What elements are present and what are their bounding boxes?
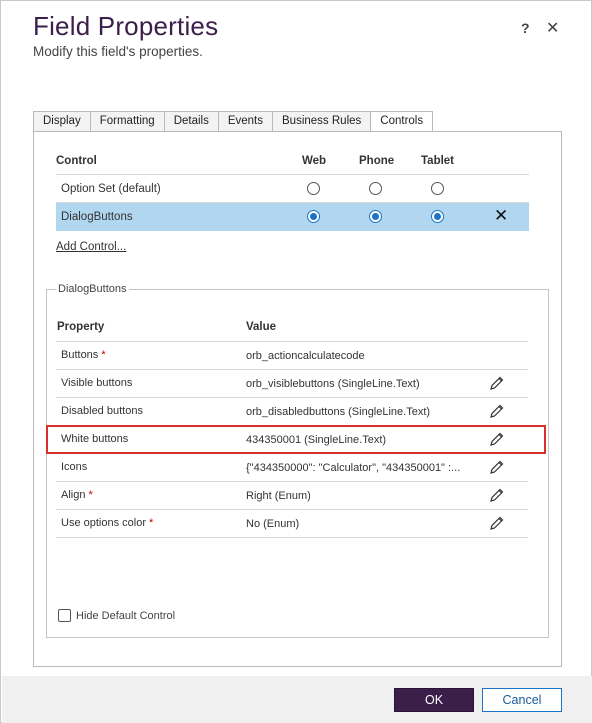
tab-business-rules[interactable]: Business Rules: [272, 111, 371, 132]
control-name: DialogButtons: [61, 211, 133, 223]
header-tablet: Tablet: [421, 155, 455, 167]
tab-details[interactable]: Details: [163, 111, 218, 132]
property-value: orb_actioncalculatecode: [246, 350, 365, 362]
required-marker: *: [101, 349, 106, 361]
tab-display[interactable]: Display: [33, 111, 90, 132]
tab-strip: Display Formatting Details Events Busine…: [33, 111, 434, 132]
control-row-option-set[interactable]: Option Set (default): [56, 175, 529, 203]
property-row-white-buttons[interactable]: White buttons 434350001 (SingleLine.Text…: [56, 426, 528, 454]
pencil-icon[interactable]: [489, 403, 505, 419]
field-properties-dialog: Field Properties Modify this field's pro…: [0, 0, 592, 723]
tab-events[interactable]: Events: [217, 111, 273, 132]
property-name: Disabled buttons: [61, 405, 143, 417]
property-name: White buttons: [61, 433, 129, 445]
property-row-align[interactable]: Align * Right (Enum): [56, 482, 528, 510]
required-marker: *: [149, 517, 154, 529]
dialog-title: Field Properties: [33, 11, 219, 41]
property-row-icons[interactable]: Icons {"434350000": "Calculator", "43435…: [56, 454, 528, 482]
property-value: 434350001 (SingleLine.Text): [246, 434, 387, 446]
property-name: Buttons *: [61, 349, 106, 361]
dialog-subtitle: Modify this field's properties.: [33, 44, 203, 59]
control-name: Option Set (default): [61, 183, 161, 195]
header-phone: Phone: [359, 155, 395, 167]
control-row-dialogbuttons[interactable]: DialogButtons ✕: [56, 203, 529, 231]
header-web: Web: [302, 155, 327, 167]
controls-table-header: Control Web Phone Tablet: [56, 148, 529, 175]
fieldset-legend: DialogButtons: [56, 283, 129, 295]
pencil-icon[interactable]: [489, 375, 505, 391]
header-control: Control: [56, 155, 97, 167]
ok-button[interactable]: OK: [394, 688, 474, 712]
pencil-icon[interactable]: [489, 487, 505, 503]
property-value: orb_disabledbuttons (SingleLine.Text): [246, 406, 431, 418]
tab-formatting[interactable]: Formatting: [89, 111, 164, 132]
header-value: Value: [246, 321, 277, 333]
remove-control-icon[interactable]: ✕: [494, 206, 508, 226]
property-row-buttons[interactable]: Buttons * orb_actioncalculatecode: [56, 342, 528, 370]
cancel-button[interactable]: Cancel: [482, 688, 562, 712]
phone-radio[interactable]: [369, 182, 382, 195]
pencil-icon[interactable]: [489, 459, 505, 475]
property-name: Align *: [61, 489, 93, 501]
hide-default-control[interactable]: Hide Default Control: [58, 609, 175, 622]
pencil-icon[interactable]: [489, 515, 505, 531]
required-marker: *: [88, 489, 93, 501]
property-value: {"434350000": "Calculator", "434350001" …: [246, 462, 461, 474]
property-value: orb_visiblebuttons (SingleLine.Text): [246, 378, 420, 390]
property-row-visible-buttons[interactable]: Visible buttons orb_visiblebuttons (Sing…: [56, 370, 528, 398]
close-button[interactable]: ✕: [546, 18, 559, 38]
property-row-disabled-buttons[interactable]: Disabled buttons orb_disabledbuttons (Si…: [56, 398, 528, 426]
phone-radio[interactable]: [369, 210, 382, 223]
add-control-link[interactable]: Add Control...: [56, 241, 126, 253]
pencil-icon[interactable]: [489, 431, 505, 447]
hide-default-label: Hide Default Control: [76, 609, 176, 622]
property-row-use-options-color[interactable]: Use options color * No (Enum): [56, 510, 528, 538]
tablet-radio[interactable]: [431, 210, 444, 223]
property-value: No (Enum): [246, 518, 300, 530]
property-name: Use options color *: [61, 517, 154, 529]
header-property: Property: [57, 321, 105, 333]
tablet-radio[interactable]: [431, 182, 444, 195]
property-name: Visible buttons: [61, 377, 133, 389]
property-name: Icons: [61, 461, 88, 473]
property-value: Right (Enum): [246, 490, 311, 502]
hide-default-checkbox[interactable]: [58, 609, 71, 622]
properties-table-header: Property Value: [56, 315, 528, 342]
web-radio[interactable]: [307, 210, 320, 223]
web-radio[interactable]: [307, 182, 320, 195]
help-button[interactable]: ?: [521, 20, 530, 36]
tab-controls[interactable]: Controls: [370, 111, 434, 132]
